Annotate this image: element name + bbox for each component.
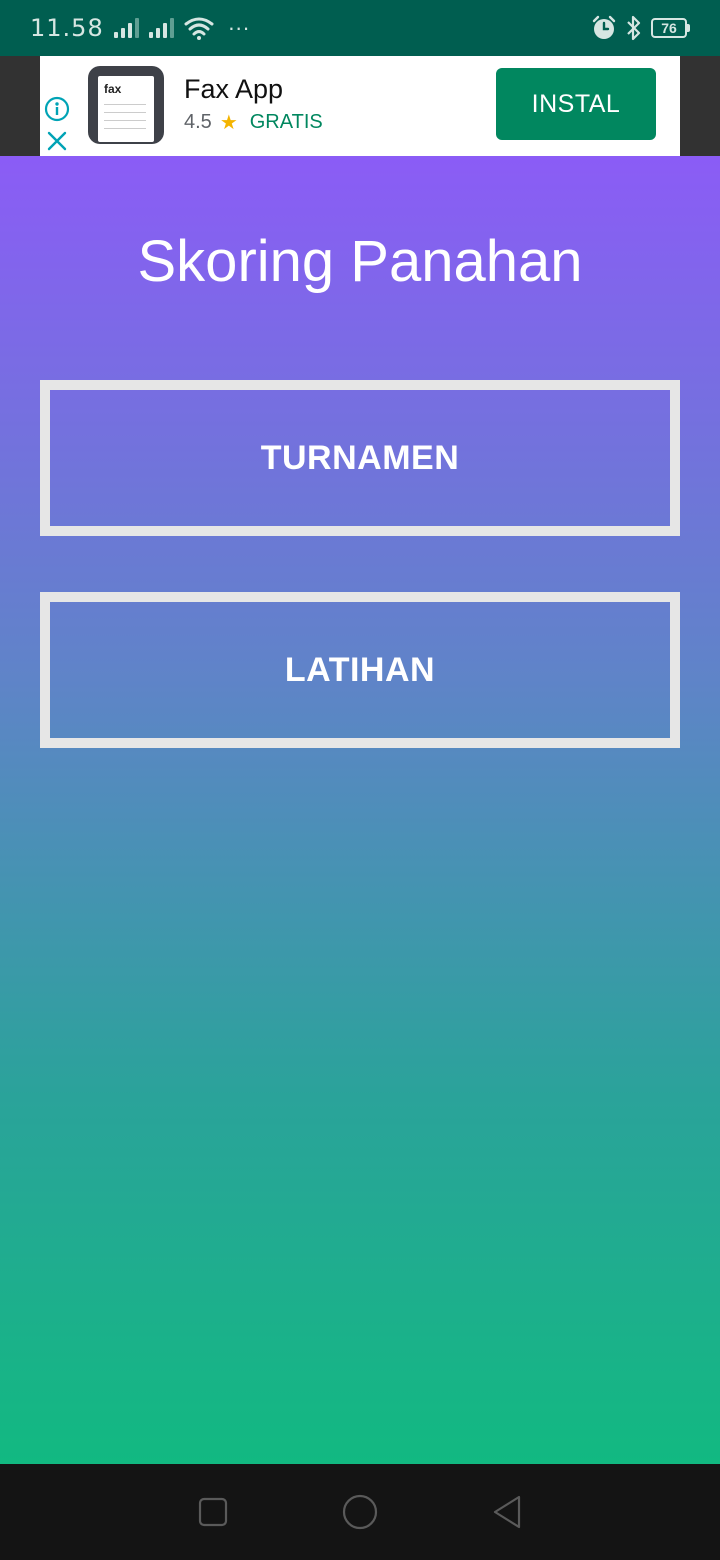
ad-rating-row: 4.5 ★ GRATIS <box>184 110 323 135</box>
ad-app-name: Fax App <box>184 74 284 104</box>
signal-icon <box>113 18 139 38</box>
navigation-bar <box>0 1464 720 1560</box>
app-icon-label: fax <box>104 82 122 96</box>
ad-price: GRATIS <box>249 111 323 133</box>
recent-apps-icon <box>199 1497 228 1527</box>
info-icon[interactable] <box>44 96 70 122</box>
signal-icon <box>148 18 174 38</box>
alarm-icon <box>592 15 616 39</box>
install-button[interactable]: INSTAL <box>496 68 656 140</box>
clock: 11.58 <box>30 14 104 42</box>
status-left: 11.58 ··· <box>30 14 250 42</box>
close-icon[interactable] <box>46 130 68 152</box>
app-icon: fax <box>88 66 164 144</box>
home-button[interactable] <box>340 1492 380 1532</box>
star-icon: ★ <box>219 112 238 134</box>
main-screen: Skoring Panahan TURNAMEN LATIHAN <box>0 156 720 1464</box>
latihan-button[interactable]: LATIHAN <box>40 592 680 748</box>
recent-apps-button[interactable] <box>193 1492 233 1532</box>
ad-rating-value: 4.5 <box>184 111 212 133</box>
wifi-icon <box>184 17 214 40</box>
ad-content[interactable]: fax Fax App 4.5 ★ GRATIS INSTAL <box>40 56 680 156</box>
back-icon <box>493 1495 520 1529</box>
turnamen-button[interactable]: TURNAMEN <box>40 380 680 536</box>
battery-level: 76 <box>651 18 687 38</box>
status-right: 76 <box>591 15 690 41</box>
back-button[interactable] <box>487 1492 527 1532</box>
battery-icon: 76 <box>651 18 690 38</box>
ad-banner: fax Fax App 4.5 ★ GRATIS INSTAL <box>0 56 720 156</box>
home-icon <box>342 1494 378 1530</box>
bluetooth-icon <box>627 15 641 41</box>
more-indicator: ··· <box>227 15 250 40</box>
status-bar: 11.58 ··· 76 <box>0 0 720 56</box>
page-title: Skoring Panahan <box>137 229 583 294</box>
